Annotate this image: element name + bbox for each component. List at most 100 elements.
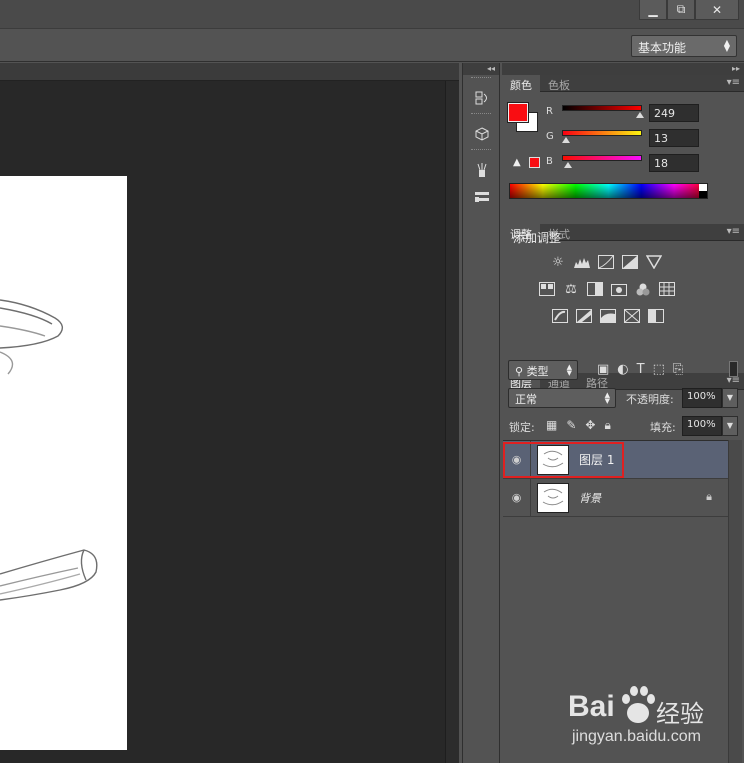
slider-thumb-icon[interactable] xyxy=(562,137,570,143)
layer-filter-icons: ▣ ◐ T ⬚ ⎘ xyxy=(597,362,683,377)
watermark-brand-left: Bai xyxy=(568,690,615,723)
collapse-arrows-icon[interactable]: ◂◂ xyxy=(463,63,499,75)
photo-filter-icon[interactable] xyxy=(610,281,628,297)
lock-transparency-icon[interactable]: ▦ xyxy=(546,418,557,433)
color-panel-tabs: 颜色 色板 ▾≡ xyxy=(502,75,744,92)
filter-shape-icon[interactable]: ⬚ xyxy=(653,362,665,377)
collapsed-panel-dock: ◂◂ xyxy=(462,63,500,763)
blend-mode-label: 正常 xyxy=(515,393,537,406)
channel-b-input[interactable]: 18 xyxy=(649,154,699,172)
sketch-drawing xyxy=(0,299,98,601)
paw-logo-icon xyxy=(622,686,655,723)
panel-menu-icon[interactable]: ▾≡ xyxy=(727,226,740,237)
channel-mixer-icon[interactable] xyxy=(634,281,652,297)
minimize-icon: ▁ xyxy=(648,2,658,17)
filter-type-icon[interactable]: T xyxy=(637,362,645,377)
hue-saturation-icon[interactable] xyxy=(538,281,556,297)
layer-filter-dropdown[interactable]: ⚲ 类型 ▲ ▼ xyxy=(508,360,578,380)
selective-color-icon[interactable] xyxy=(623,308,641,324)
close-button[interactable]: ✕ xyxy=(695,0,739,20)
panel-grip[interactable] xyxy=(471,113,491,119)
baidu-jingyan-watermark: Bai 经验 jingyan.baidu.com xyxy=(568,680,740,760)
dropdown-arrows-icon: ▲ ▼ xyxy=(723,38,730,53)
lock-icons: ▦ ✎ ✥ 🔒︎ xyxy=(546,418,611,433)
adjust-row-2: ⚖ xyxy=(538,281,676,297)
history-icon xyxy=(475,91,487,105)
layer-row-background[interactable]: ◉ 背景 🔒︎ xyxy=(503,478,728,517)
tab-color[interactable]: 颜色 xyxy=(502,75,540,92)
restore-icon: ⧉ xyxy=(676,2,686,16)
filter-kind-label: 类型 xyxy=(526,365,549,378)
blend-mode-dropdown[interactable]: 正常 ▲ ▼ xyxy=(508,388,616,408)
document-tab-strip xyxy=(0,63,459,81)
lock-all-icon[interactable]: 🔒︎ xyxy=(604,418,610,433)
vibrance-icon[interactable] xyxy=(645,254,663,270)
channel-g-input[interactable]: 13 xyxy=(649,129,699,147)
history-panel-button[interactable] xyxy=(463,85,501,111)
channel-b-label: B xyxy=(546,156,553,167)
channel-r-slider[interactable] xyxy=(562,105,642,111)
panel-menu-icon[interactable]: ▾≡ xyxy=(727,77,740,88)
foreground-color-chip[interactable] xyxy=(507,102,529,123)
channel-r-label: R xyxy=(546,106,553,117)
filter-adjustment-icon[interactable]: ◐ xyxy=(617,362,628,377)
posterize-icon[interactable] xyxy=(575,308,593,324)
workspace-label: 基本功能 xyxy=(638,41,687,55)
slider-thumb-icon[interactable] xyxy=(636,112,644,118)
tab-swatches[interactable]: 色板 xyxy=(540,75,578,92)
watermark-url: jingyan.baidu.com xyxy=(572,728,701,745)
filter-toggle-switch[interactable] xyxy=(729,361,738,377)
opacity-input[interactable]: 100% xyxy=(682,388,722,408)
3d-panel-button[interactable] xyxy=(463,121,501,147)
brightness-icon[interactable]: ☼ xyxy=(549,254,567,270)
curves-icon[interactable] xyxy=(597,254,615,270)
tool-presets-button[interactable] xyxy=(463,183,501,209)
slider-thumb-icon[interactable] xyxy=(564,162,572,168)
channel-g-slider[interactable] xyxy=(562,130,642,136)
canvas-scrollbar[interactable] xyxy=(445,81,459,763)
gamut-warning-icon[interactable]: ▲ xyxy=(513,157,521,168)
add-adjustment-title: 添加调整 xyxy=(513,231,562,245)
watermark-brand-right: 经验 xyxy=(656,700,704,728)
lock-position-icon[interactable]: ✥ xyxy=(585,418,595,433)
layer-name[interactable]: 背景 xyxy=(579,490,601,506)
channel-r-input[interactable]: 249 xyxy=(649,104,699,122)
title-bar xyxy=(0,0,744,28)
visibility-eye-icon[interactable]: ◉ xyxy=(503,478,531,517)
black-white-icon[interactable] xyxy=(586,281,604,297)
gradient-map-icon[interactable] xyxy=(647,308,665,324)
expand-arrows-icon[interactable]: ▸▸ xyxy=(502,63,744,75)
lock-label: 锁定: xyxy=(509,421,535,434)
dropdown-arrows-icon: ▲ ▼ xyxy=(566,363,572,377)
highlight-box xyxy=(503,442,624,478)
fill-input[interactable]: 100% xyxy=(682,416,722,436)
cube-icon xyxy=(475,127,489,141)
color-balance-icon[interactable]: ⚖ xyxy=(562,281,580,297)
threshold-icon[interactable] xyxy=(599,308,617,324)
lock-paint-icon[interactable]: ✎ xyxy=(566,418,576,433)
gamut-swatch[interactable] xyxy=(529,157,540,168)
panel-column: ▸▸ xyxy=(502,63,744,763)
opacity-dropdown-button[interactable]: ▼ xyxy=(722,388,738,408)
exposure-icon[interactable] xyxy=(621,254,639,270)
panel-grip[interactable] xyxy=(471,149,491,155)
tool-presets-icon xyxy=(475,192,489,202)
color-spectrum-bar[interactable] xyxy=(509,183,708,199)
levels-icon[interactable] xyxy=(573,254,591,270)
brushes-icon xyxy=(477,163,487,177)
color-lookup-icon[interactable] xyxy=(658,281,676,297)
filter-smartobject-icon[interactable]: ⎘ xyxy=(673,362,683,377)
fill-dropdown-button[interactable]: ▼ xyxy=(722,416,738,436)
workspace-dropdown[interactable]: 基本功能 ▲ ▼ xyxy=(631,35,737,57)
restore-button[interactable]: ⧉ xyxy=(667,0,695,20)
panel-grip[interactable] xyxy=(471,77,491,83)
adjust-row-3 xyxy=(551,308,665,324)
document-canvas[interactable] xyxy=(0,176,127,750)
minimize-button[interactable]: ▁ xyxy=(639,0,667,20)
brush-panel-button[interactable] xyxy=(463,157,501,183)
adjust-row-1: ☼ xyxy=(549,254,663,270)
channel-b-slider[interactable] xyxy=(562,155,642,161)
filter-pixel-icon[interactable]: ▣ xyxy=(597,362,609,377)
channel-g-label: G xyxy=(546,131,554,142)
invert-icon[interactable] xyxy=(551,308,569,324)
